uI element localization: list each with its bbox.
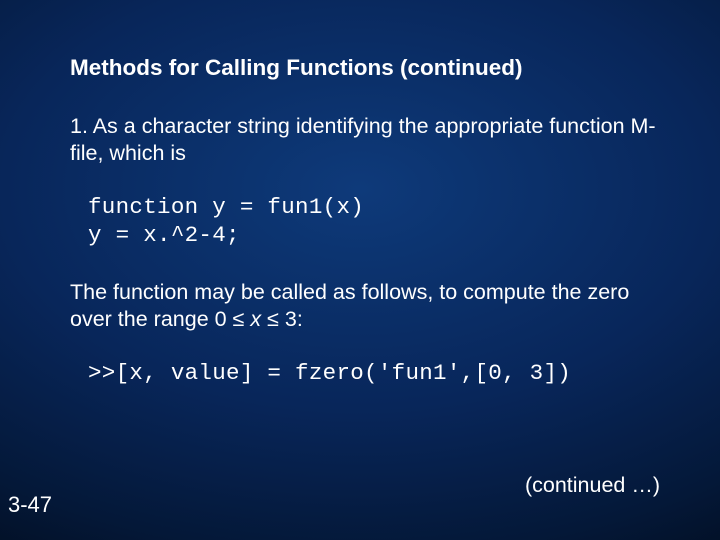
code-block-1: function y = fun1(x) y = x.^2-4; bbox=[88, 193, 660, 249]
slide-title: Methods for Calling Functions (continued… bbox=[70, 54, 660, 81]
code-block-2: >>[x, value] = fzero('fun1',[0, 3]) bbox=[88, 359, 660, 387]
continued-label: (continued …) bbox=[525, 473, 660, 498]
paragraph-2-part-b: 3: bbox=[279, 307, 303, 331]
le-symbol-2: ≤ bbox=[267, 307, 279, 331]
paragraph-1: 1. As a character string identifying the… bbox=[70, 113, 660, 167]
x-variable: x bbox=[244, 307, 267, 331]
paragraph-2: The function may be called as follows, t… bbox=[70, 279, 660, 333]
page-number: 3-47 bbox=[8, 492, 52, 518]
le-symbol-1: ≤ bbox=[233, 307, 245, 331]
paragraph-2-part-a: The function may be called as follows, t… bbox=[70, 280, 629, 331]
